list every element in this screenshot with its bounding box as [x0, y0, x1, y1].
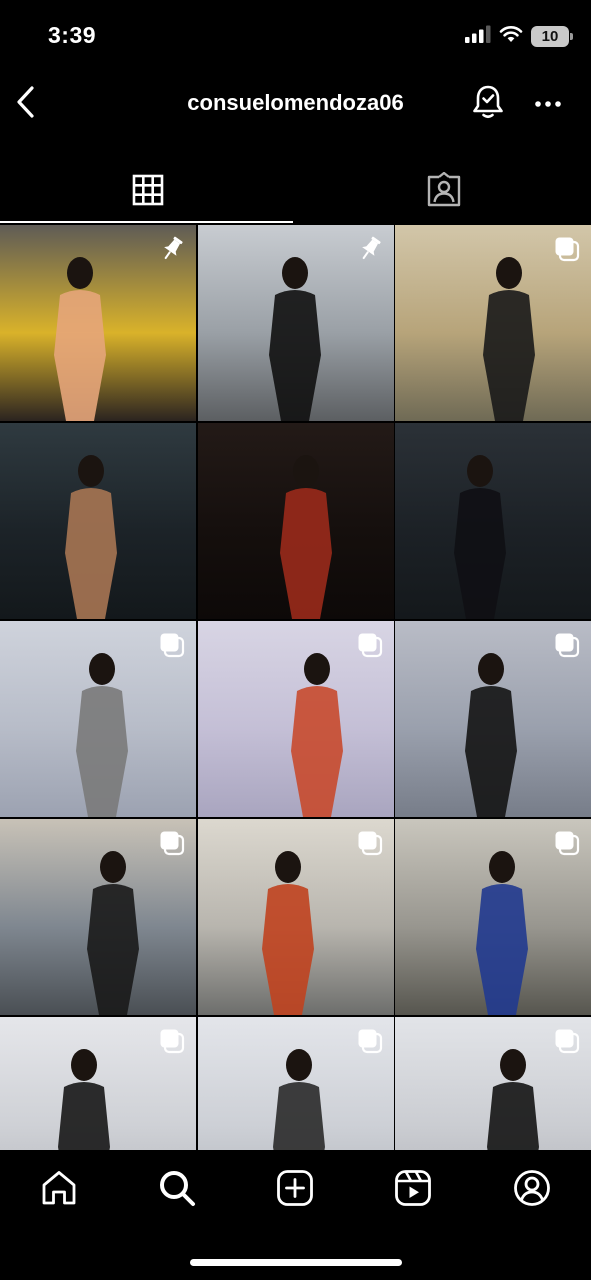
home-icon: [40, 1169, 78, 1212]
post-thumbnail[interactable]: [197, 225, 394, 421]
carousel-icon: [553, 235, 581, 263]
carousel-icon: [158, 829, 186, 857]
post-thumbnail[interactable]: [197, 621, 394, 817]
post-thumbnail[interactable]: [395, 423, 591, 619]
status-bar: 3:39 10: [0, 0, 591, 72]
post-thumbnail[interactable]: [395, 621, 591, 817]
nav-reels-button[interactable]: [391, 1168, 435, 1212]
carousel-icon: [158, 1027, 186, 1055]
post-thumbnail[interactable]: [197, 1017, 394, 1150]
carousel-icon: [356, 829, 384, 857]
search-icon: [158, 1169, 196, 1212]
profile-header: consuelomendoza06: [0, 72, 591, 136]
nav-search-button[interactable]: [155, 1168, 199, 1212]
profile-screen: 3:39 10 consuelomendoza06: [0, 0, 591, 1280]
post-thumbnail[interactable]: [395, 1017, 591, 1150]
status-icons: 10: [465, 24, 573, 48]
profile-icon: [513, 1169, 551, 1212]
more-options-button[interactable]: [528, 84, 568, 124]
wifi-icon: [499, 25, 523, 48]
carousel-icon: [158, 631, 186, 659]
carousel-icon: [553, 1027, 581, 1055]
post-thumbnail[interactable]: [0, 819, 196, 1015]
post-photo: [279, 455, 332, 619]
tab-tagged[interactable]: [296, 160, 591, 224]
post-thumbnail[interactable]: [0, 621, 196, 817]
active-tab-indicator: [0, 221, 293, 223]
status-time: 3:39: [48, 22, 97, 48]
reels-icon: [394, 1169, 432, 1212]
post-thumbnail[interactable]: [197, 423, 394, 619]
nav-profile-button[interactable]: [510, 1168, 554, 1212]
new-post-icon: [276, 1169, 314, 1212]
nav-home-button[interactable]: [37, 1168, 81, 1212]
home-indicator: [190, 1259, 402, 1266]
post-photo: [454, 455, 506, 619]
grid-icon: [132, 174, 164, 211]
post-photo: [65, 455, 117, 619]
bell-icon: [471, 84, 505, 125]
post-thumbnail[interactable]: [0, 1017, 196, 1150]
carousel-icon: [553, 631, 581, 659]
ellipsis-icon: [534, 95, 562, 113]
pinned-icon: [356, 235, 384, 263]
carousel-icon: [553, 829, 581, 857]
pinned-icon: [158, 235, 186, 263]
post-thumbnail[interactable]: [197, 819, 394, 1015]
post-thumbnail[interactable]: [395, 225, 591, 421]
post-thumbnail[interactable]: [0, 225, 196, 421]
battery-indicator: 10: [531, 25, 573, 47]
profile-tabs: [0, 160, 591, 224]
cellular-signal-icon: [465, 25, 491, 48]
tab-posts-grid[interactable]: [0, 160, 295, 224]
post-thumbnail[interactable]: [395, 819, 591, 1015]
posts-grid: [0, 225, 591, 1150]
notifications-button[interactable]: [468, 84, 508, 124]
nav-new-post-button[interactable]: [273, 1168, 317, 1212]
carousel-icon: [356, 631, 384, 659]
tagged-icon: [426, 171, 462, 213]
carousel-icon: [356, 1027, 384, 1055]
post-thumbnail[interactable]: [0, 423, 196, 619]
